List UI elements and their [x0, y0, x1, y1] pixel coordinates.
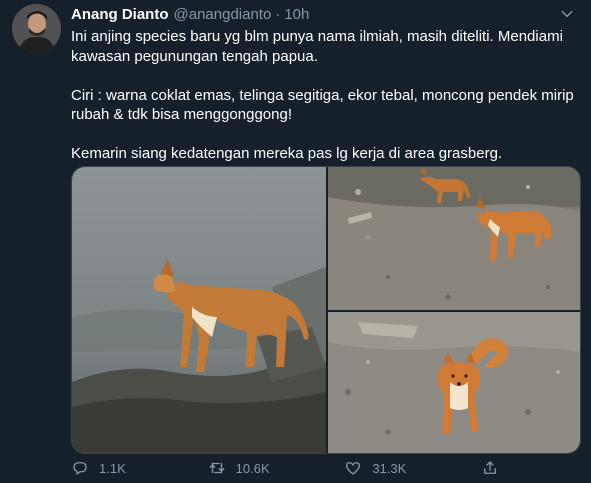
- reply-count: 1.1K: [99, 460, 126, 476]
- photo-dog-curled-tail[interactable]: [328, 312, 580, 453]
- user-handle[interactable]: @anangdianto: [174, 6, 272, 23]
- heart-icon: [346, 462, 361, 475]
- retweet-button[interactable]: 10.6K: [208, 459, 318, 477]
- retweet-icon: [209, 462, 225, 474]
- like-count: 31.3K: [372, 460, 407, 476]
- share-icon: [484, 461, 496, 474]
- retweet-count: 10.6K: [235, 460, 270, 476]
- reply-button[interactable]: 1.1K: [71, 459, 181, 477]
- tweet[interactable]: Anang Dianto @anangdianto · 10h Ini anji…: [0, 0, 591, 483]
- tweet-text-line: Ciri : warna coklat emas, telinga segiti…: [71, 86, 574, 124]
- avatar[interactable]: [12, 4, 61, 53]
- tweet-header: Anang Dianto @anangdianto · 10h: [71, 4, 551, 24]
- tweet-text-line: Kemarin siang kedatengan mereka pas lg k…: [71, 145, 503, 162]
- separator-dot: ·: [275, 5, 281, 23]
- reply-icon: [73, 462, 87, 475]
- tweet-text: Ini anjing species baru yg blm punya nam…: [71, 27, 581, 164]
- chevron-down-icon[interactable]: [557, 4, 577, 24]
- tweet-actions: 1.1K 10.6K 31.3K: [71, 456, 511, 480]
- photo-two-dogs-on-road[interactable]: [328, 167, 580, 310]
- tweet-text-line: Ini anjing species baru yg blm punya nam…: [71, 28, 563, 65]
- like-button[interactable]: 31.3K: [344, 459, 454, 477]
- photo-dog-on-rock[interactable]: [72, 167, 326, 453]
- timestamp[interactable]: 10h: [284, 6, 309, 23]
- share-button[interactable]: [481, 459, 511, 477]
- display-name[interactable]: Anang Dianto: [71, 6, 169, 23]
- media-grid: [71, 166, 581, 454]
